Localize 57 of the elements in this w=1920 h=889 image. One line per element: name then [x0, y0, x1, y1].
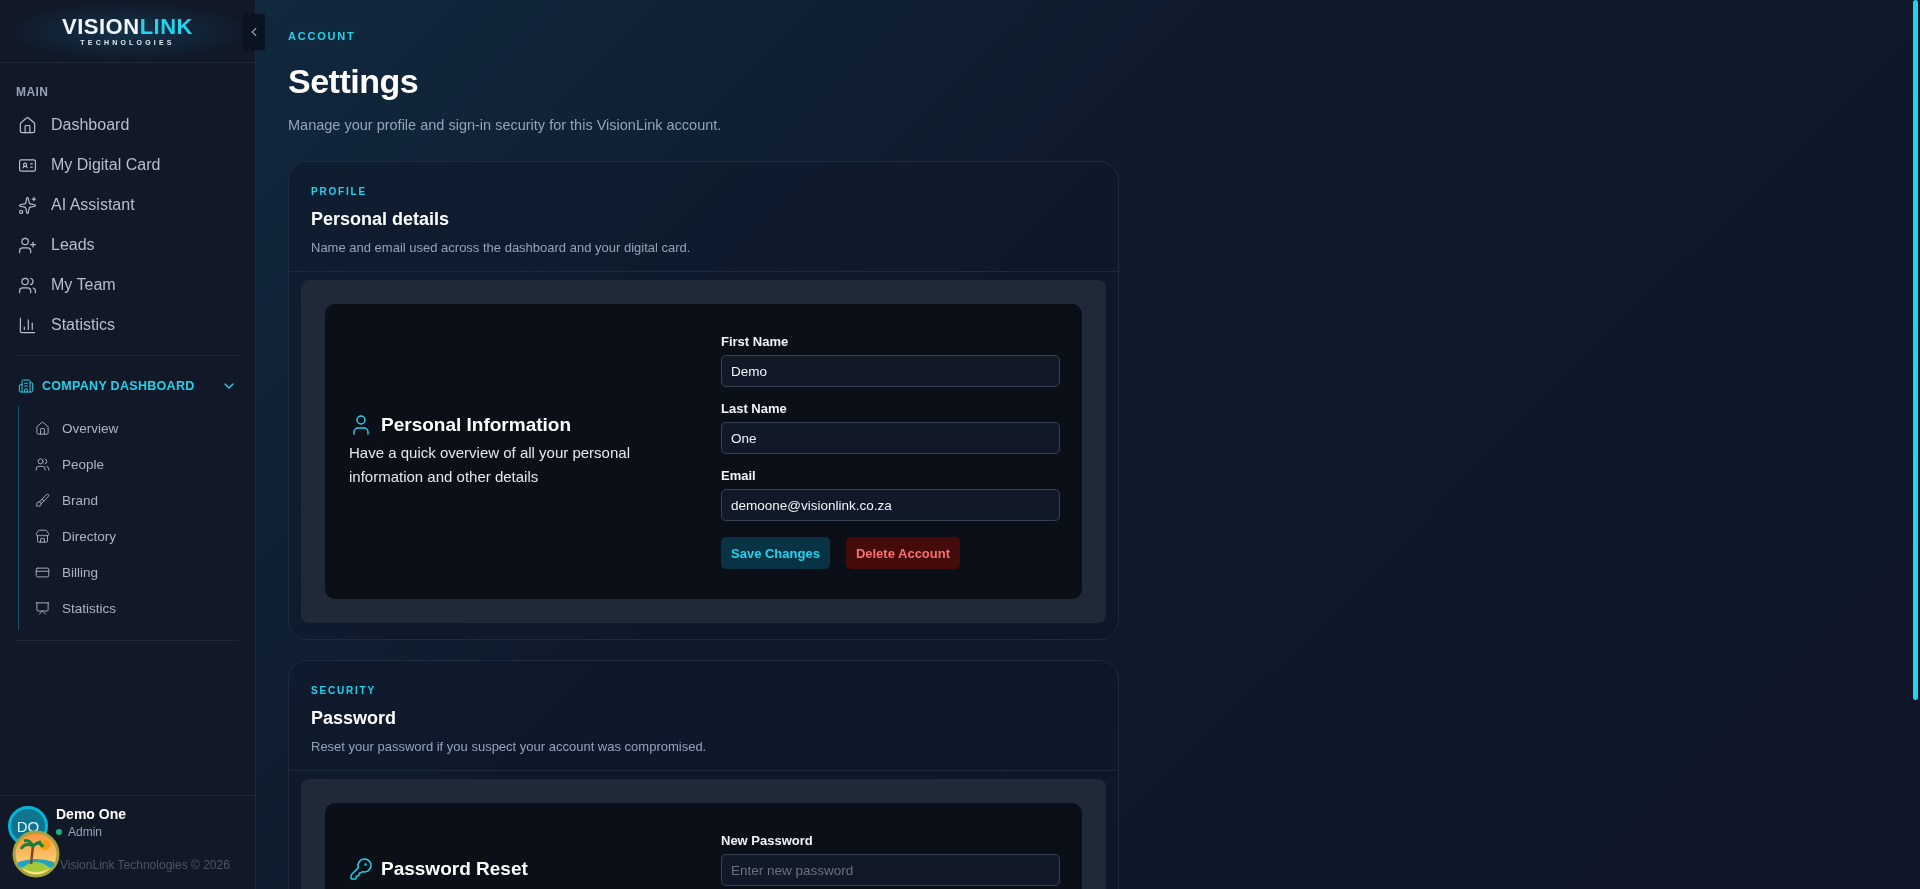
- nav-item[interactable]: People: [35, 446, 239, 482]
- input-field[interactable]: Enter new password: [721, 854, 1060, 886]
- scrollbar-thumb[interactable]: [1913, 0, 1918, 700]
- bar-chart-icon: [18, 315, 37, 335]
- page-eyebrow: ACCOUNT: [288, 30, 357, 42]
- credit-card-icon: [35, 564, 50, 580]
- nav-item[interactable]: Overview: [35, 410, 239, 446]
- user-name: Demo One: [56, 806, 126, 822]
- page-subtitle: Manage your profile and sign-in security for this VisionLink account.: [288, 117, 723, 133]
- card-eyebrow: SECURITY: [311, 685, 377, 696]
- company-dashboard-toggle[interactable]: COMPANY DASHBOARD: [16, 366, 239, 406]
- panel-title: Personal Information: [381, 413, 572, 436]
- nav-item[interactable]: Directory: [35, 518, 239, 554]
- logo-word: VISION: [62, 16, 140, 38]
- card-description: Name and email used across the dashboard and your digital card.: [311, 240, 692, 255]
- users-icon: [35, 456, 50, 472]
- store-icon: [35, 528, 50, 544]
- logo-word: LINK: [139, 16, 193, 38]
- nav-item[interactable]: Billing: [35, 554, 239, 590]
- section-title: MAIN: [16, 85, 50, 99]
- users-icon: [18, 275, 37, 295]
- key-icon: [349, 857, 373, 881]
- nav-item[interactable]: My Digital Card: [16, 145, 239, 185]
- nav-item[interactable]: Dashboard: [16, 105, 239, 145]
- card-title: Password: [311, 708, 398, 729]
- nav-item[interactable]: Brand: [35, 482, 239, 518]
- card-title: Personal details: [311, 209, 451, 230]
- nav-item[interactable]: Leads: [16, 225, 239, 265]
- copyright-text: VisionLink Technologies © 2026: [60, 858, 231, 872]
- input-field[interactable]: Demo: [721, 355, 1060, 387]
- delete-button[interactable]: Delete Account: [845, 537, 961, 569]
- input-field[interactable]: demoone@visionlink.co.za: [721, 489, 1060, 521]
- panel-description: Have a quick overview of all your personal information and other details: [349, 442, 631, 487]
- sparkles-icon: [18, 195, 37, 215]
- page-title: Settings: [288, 62, 420, 101]
- field-label: New Password: [721, 833, 814, 848]
- field-label: Last Name: [721, 401, 788, 416]
- card-description: Reset your password if you suspect your account was compromised.: [311, 739, 708, 754]
- field-label: Email: [721, 468, 757, 483]
- nav-item[interactable]: Statistics: [35, 590, 239, 626]
- house-icon: [18, 115, 37, 135]
- panel-title: Password Reset: [381, 858, 528, 880]
- nav-item[interactable]: Statistics: [16, 305, 239, 345]
- input-field[interactable]: One: [721, 422, 1060, 454]
- island-drawing: [12, 830, 60, 878]
- field-label: First Name: [721, 334, 790, 349]
- user-plus-icon: [18, 235, 37, 255]
- save-button[interactable]: Save Changes: [721, 537, 830, 569]
- nav-item[interactable]: AI Assistant: [16, 185, 239, 225]
- building-icon: [18, 378, 34, 394]
- presentation-icon: [35, 600, 50, 616]
- card-eyebrow: PROFILE: [311, 186, 368, 197]
- brush-icon: [35, 492, 50, 508]
- nav-item[interactable]: My Team: [16, 265, 239, 305]
- house-icon: [35, 420, 50, 436]
- user-role: Admin: [68, 825, 102, 839]
- collapse-sidebar-button[interactable]: [243, 14, 265, 50]
